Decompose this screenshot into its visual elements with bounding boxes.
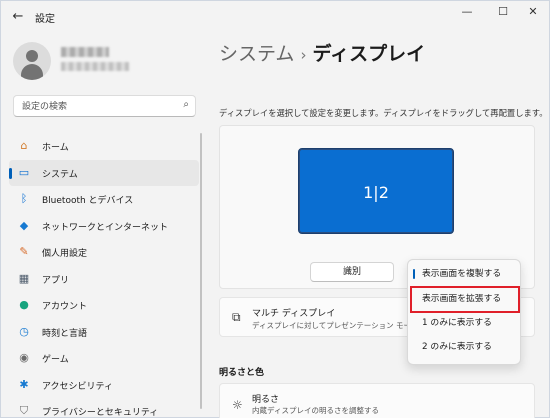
search-input[interactable] xyxy=(22,99,172,114)
sidebar-item-7[interactable]: ◷ 時刻と言語 xyxy=(9,319,199,346)
highlight-annotation-box xyxy=(410,286,520,313)
display-1-2-tile[interactable]: 1|2 xyxy=(298,148,454,234)
sidebar-item-3[interactable]: ◆ ネットワークとインターネット xyxy=(9,213,199,240)
minimize-button[interactable]: — xyxy=(451,1,483,25)
sidebar-nav: ⌂ ホーム ▭ システム ᛒ Bluetooth とデバイス ◆ ネットワークとインターネット… xyxy=(9,133,199,418)
section-heading-brightness: 明るさと色 xyxy=(219,368,265,378)
sidebar-item-label: ゲーム xyxy=(42,355,69,365)
apps-icon: ▦ xyxy=(18,271,30,285)
sidebar-item-2[interactable]: ᛒ Bluetooth とデバイス xyxy=(9,186,199,213)
accessibility-icon: ✱ xyxy=(19,377,29,391)
sidebar-item-label: ホーム xyxy=(42,143,69,153)
sidebar-item-label: プライバシーとセキュリティ xyxy=(42,408,159,418)
sidebar-item-label: 個人用設定 xyxy=(42,249,88,259)
sidebar-item-6[interactable]: ● アカウント xyxy=(9,292,199,319)
globe-clock-icon: ◷ xyxy=(19,324,29,338)
arrangement-hint: ディスプレイを選択して設定を変更します。ディスプレイをドラッグして再配置します。 xyxy=(219,108,548,118)
identify-button[interactable]: 識別 xyxy=(310,262,394,282)
breadcrumb-separator: › xyxy=(300,46,307,64)
sidebar-item-label: アカウント xyxy=(42,302,88,312)
sidebar-item-label: アクセシビリティ xyxy=(42,381,114,392)
sidebar-item-10[interactable]: ⛉ プライバシーとセキュリティ xyxy=(9,398,199,418)
sidebar-item-label: Bluetooth とデバイス xyxy=(42,196,134,206)
settings-window: ← 設定 — ☐ ✕ ⌕ ⌂ ホーム ▭ システム ᛒ Bluetooth とデバイス ◆ ネ… xyxy=(0,0,550,418)
sidebar-item-9[interactable]: ✱ アクセシビリティ xyxy=(9,372,199,399)
monitor-icon: ▭ xyxy=(18,165,30,179)
account-name-blurred xyxy=(61,47,109,57)
wifi-icon: ◆ xyxy=(19,218,29,232)
person-icon: ● xyxy=(19,298,29,311)
page-title: ディスプレイ xyxy=(312,43,426,65)
sidebar-item-0[interactable]: ⌂ ホーム xyxy=(9,133,199,160)
shield-icon: ⛉ xyxy=(19,404,29,417)
close-button[interactable]: ✕ xyxy=(517,1,549,25)
sidebar-item-8[interactable]: ◉ ゲーム xyxy=(9,345,199,372)
menu-item-show-only-1[interactable]: 1 のみに表示する xyxy=(412,312,516,334)
brightness-subtitle: 内蔵ディスプレイの明るさを調整する xyxy=(252,406,379,415)
sidebar-item-5[interactable]: ▦ アプリ xyxy=(9,266,199,293)
sidebar-item-label: システム xyxy=(42,169,78,180)
search-icon[interactable]: ⌕ xyxy=(183,99,189,110)
menu-item-duplicate[interactable]: 表示画面を複製する xyxy=(412,263,516,285)
sidebar-item-label: 時刻と言語 xyxy=(42,328,88,339)
maximize-button[interactable]: ☐ xyxy=(487,1,519,25)
brush-icon: ✎ xyxy=(19,245,29,258)
title-bar: ← 設定 — ☐ ✕ xyxy=(1,1,549,33)
home-icon: ⌂ xyxy=(20,139,28,152)
brightness-title: 明るさ xyxy=(252,395,280,405)
account-email-blurred xyxy=(61,62,129,71)
gamepad-icon: ◉ xyxy=(19,351,29,364)
sidebar-item-1[interactable]: ▭ システム xyxy=(9,159,199,186)
multi-display-title: マルチ ディスプレイ xyxy=(252,309,336,319)
display-number-label: 1|2 xyxy=(363,183,389,202)
bluetooth-icon: ᛒ xyxy=(20,192,28,205)
menu-item-show-only-2[interactable]: 2 のみに表示する xyxy=(412,336,516,358)
breadcrumb-parent[interactable]: システム xyxy=(219,43,294,65)
sidebar-scrollbar[interactable] xyxy=(200,133,202,409)
brightness-icon: ☼ xyxy=(232,398,243,412)
breadcrumb: システム › ディスプレイ xyxy=(219,39,425,66)
sidebar-item-label: ネットワークとインターネット xyxy=(42,222,169,233)
sidebar-item-label: アプリ xyxy=(42,275,70,286)
multi-display-icon: ⧉ xyxy=(232,310,241,324)
search-box[interactable]: ⌕ xyxy=(13,95,196,117)
app-title: 設定 xyxy=(35,14,55,25)
avatar[interactable] xyxy=(13,42,51,80)
back-button[interactable]: ← xyxy=(9,8,27,26)
sidebar-item-4[interactable]: ✎ 個人用設定 xyxy=(9,239,199,266)
brightness-card[interactable]: ☼ 明るさ 内蔵ディスプレイの明るさを調整する xyxy=(219,383,535,418)
